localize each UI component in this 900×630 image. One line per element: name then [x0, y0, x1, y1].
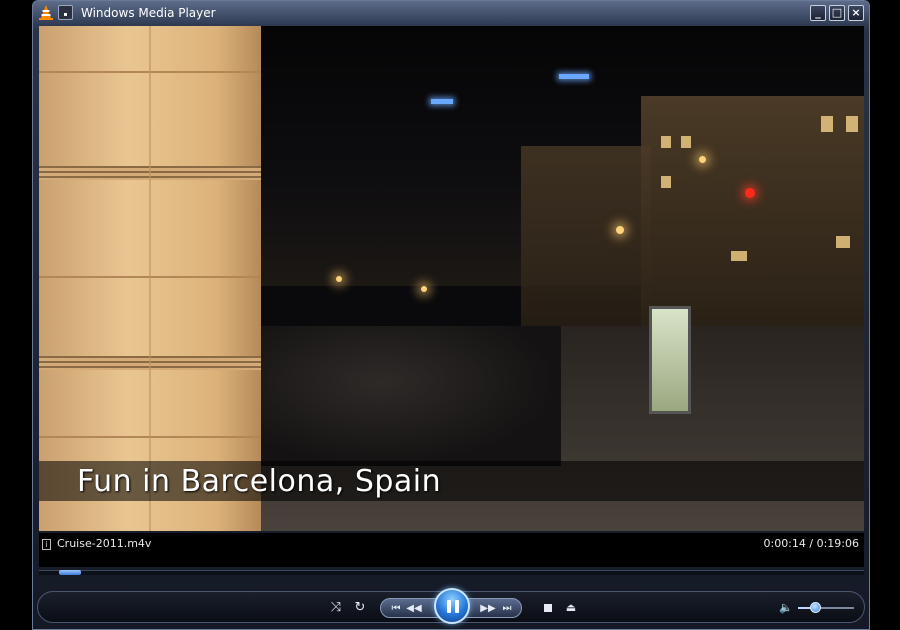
repeat-icon[interactable]: ↻ [352, 600, 368, 616]
volume-thumb[interactable] [809, 602, 821, 613]
vlc-cone-icon[interactable] [39, 5, 53, 20]
mute-speaker-icon[interactable]: 🔈 [779, 600, 793, 616]
volume-slider[interactable] [798, 607, 854, 609]
eject-button[interactable]: ⏏ [563, 600, 579, 616]
file-name: Cruise-2011.m4v [57, 537, 152, 550]
fast-forward-button[interactable]: ▶▶ [479, 601, 497, 617]
close-button[interactable]: × [848, 5, 864, 21]
window-title: Windows Media Player [81, 6, 216, 20]
playback-controls: ⤨ ↻ ⏮ ◀◀ ▶▶ ⏭ ⏏ 🔈 [37, 588, 865, 624]
video-scene-street [261, 26, 864, 531]
maximize-button[interactable]: □ [829, 5, 845, 21]
seek-bar[interactable] [39, 570, 864, 575]
pause-icon-bar [455, 600, 459, 613]
minimize-button[interactable]: _ [810, 5, 826, 21]
video-scene-stone-pillar [39, 26, 261, 531]
seek-thumb[interactable] [58, 570, 81, 575]
info-icon[interactable]: i [42, 539, 51, 550]
video-display[interactable]: Fun in Barcelona, Spain [39, 26, 864, 531]
previous-button[interactable]: ⏮ [389, 601, 403, 617]
video-caption-band: Fun in Barcelona, Spain [39, 461, 864, 501]
next-button[interactable]: ⏭ [499, 601, 515, 617]
title-bar[interactable]: Windows Media Player _ □ × [33, 1, 869, 25]
shuffle-icon[interactable]: ⤨ [328, 600, 344, 616]
stop-button[interactable] [540, 600, 556, 616]
stop-icon [544, 604, 552, 612]
pause-button[interactable] [434, 588, 470, 624]
media-player-window: Windows Media Player _ □ × Fun in Barcel… [32, 0, 870, 630]
rewind-button[interactable]: ◀◀ [405, 601, 423, 617]
pause-icon [447, 600, 451, 613]
time-display[interactable]: 0:00:14 / 0:19:06 [763, 537, 859, 550]
system-menu-icon[interactable] [58, 5, 73, 20]
info-bar: i Cruise-2011.m4v 0:00:14 / 0:19:06 [39, 533, 864, 567]
video-caption: Fun in Barcelona, Spain [77, 464, 442, 499]
